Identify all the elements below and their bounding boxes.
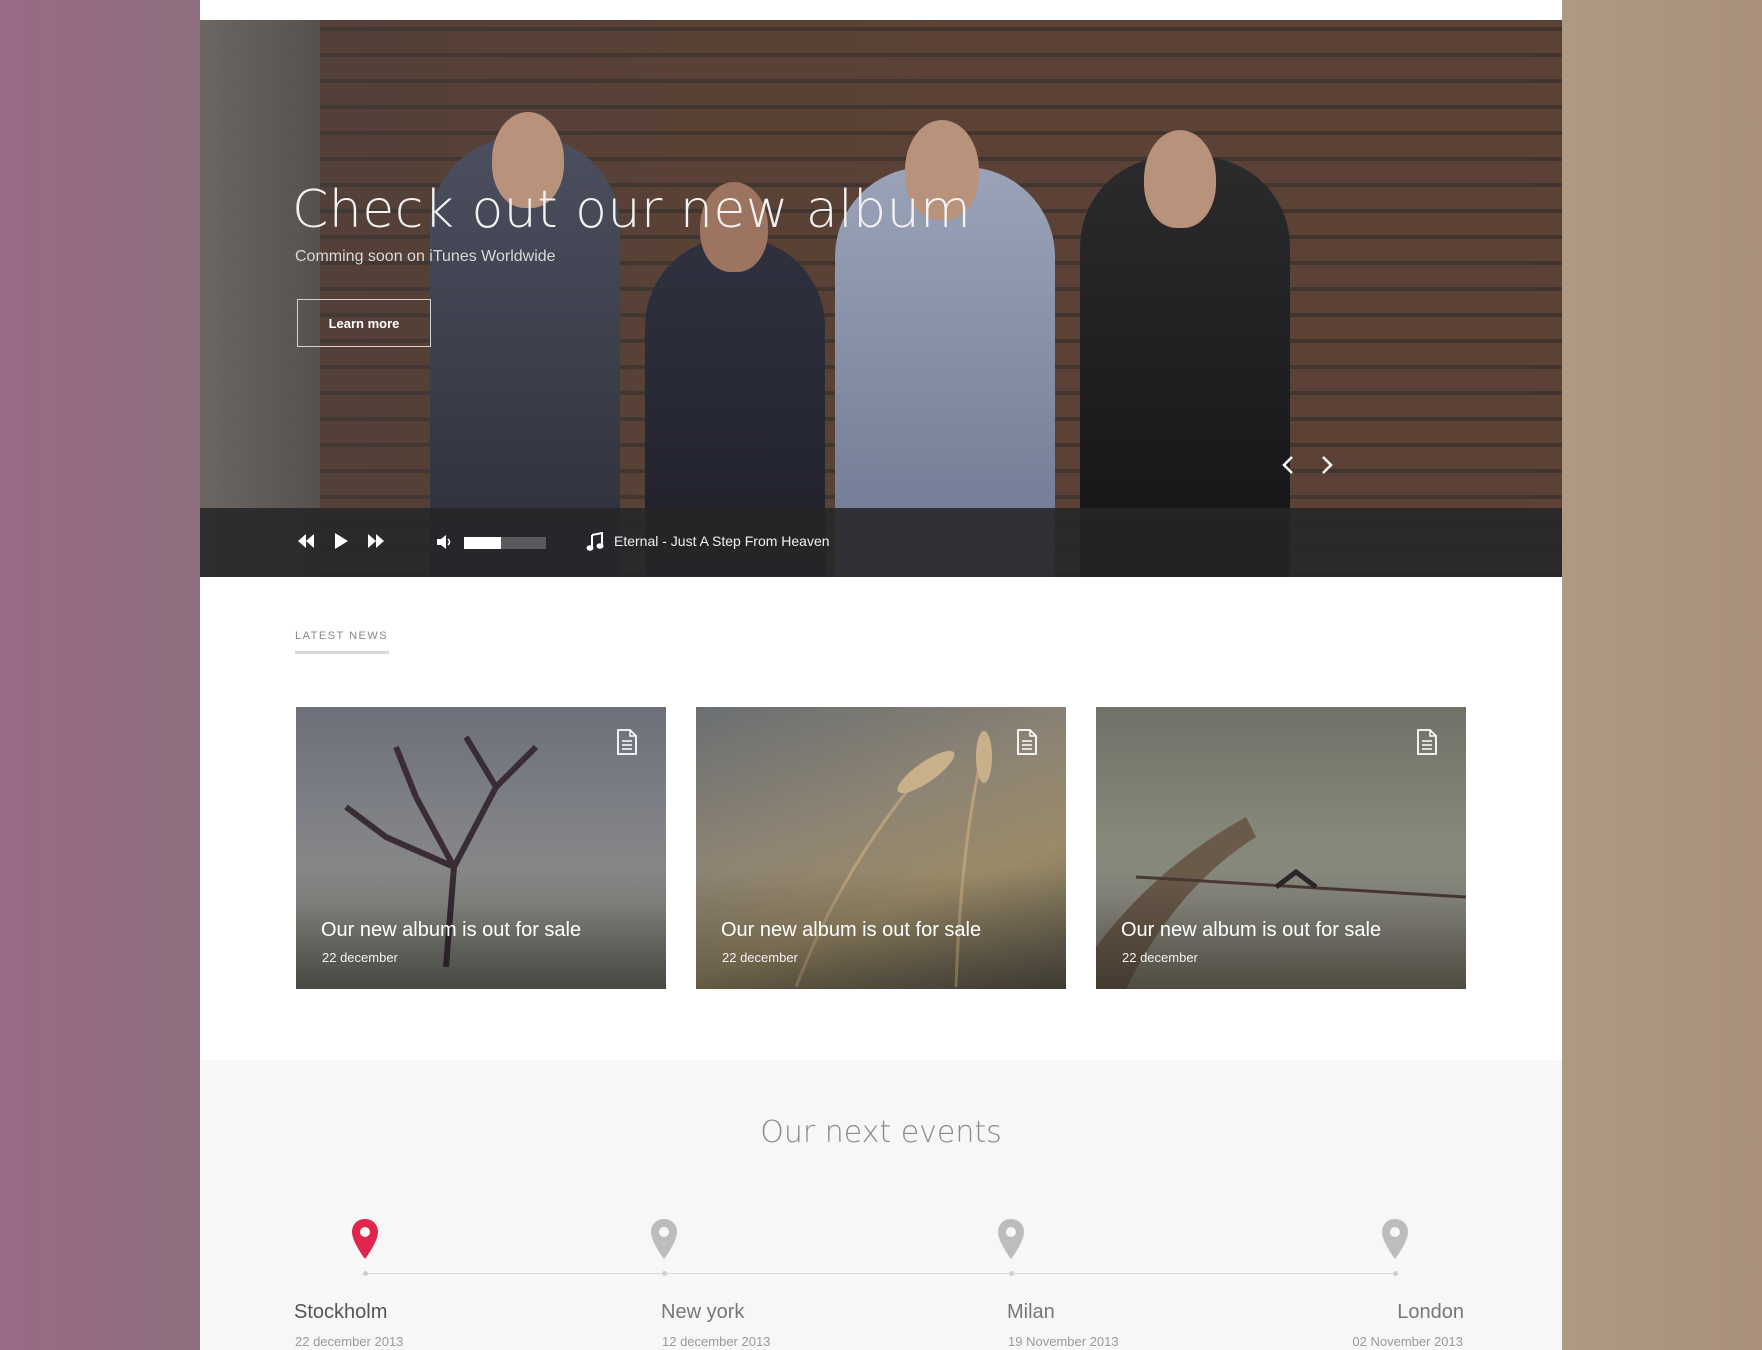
volume-slider-fill [464, 537, 501, 549]
volume-icon[interactable] [436, 534, 452, 555]
event-city[interactable]: London [1397, 1301, 1464, 1324]
chevron-left-icon[interactable] [1276, 454, 1300, 478]
map-pin-icon[interactable] [650, 1218, 678, 1265]
volume-slider[interactable] [464, 537, 546, 549]
timeline-dot [1393, 1271, 1398, 1276]
hero-subtitle: Comming soon on iTunes Worldwide [295, 248, 556, 265]
page-container: Check out our new album Comming soon on … [200, 0, 1562, 1350]
learn-more-button[interactable]: Learn more [297, 299, 431, 347]
map-pin-icon[interactable] [351, 1218, 379, 1265]
events-heading: Our next events [760, 1115, 1002, 1150]
chevron-right-icon[interactable] [1315, 454, 1339, 478]
timeline-dot [1009, 1271, 1014, 1276]
event-city[interactable]: New york [661, 1301, 744, 1324]
heading-underline [295, 651, 389, 654]
rewind-icon[interactable] [296, 532, 316, 555]
event-date: 12 december 2013 [662, 1334, 771, 1349]
hero-slider: Check out our new album Comming soon on … [200, 20, 1562, 577]
document-icon [1416, 729, 1438, 760]
news-title: Our new album is out for sale [321, 919, 582, 941]
news-card[interactable]: Our new album is out for sale 22 decembe… [1096, 707, 1466, 989]
audio-player: Eternal - Just A Step From Heaven [200, 508, 1562, 577]
timeline-dot [662, 1271, 667, 1276]
music-note-icon [586, 531, 604, 557]
timeline-dot [363, 1271, 368, 1276]
event-city[interactable]: Milan [1007, 1301, 1055, 1324]
event-date: 02 November 2013 [1352, 1334, 1463, 1349]
news-date: 22 december [1122, 950, 1198, 965]
document-icon [1016, 729, 1038, 760]
document-icon [616, 729, 638, 760]
news-title: Our new album is out for sale [1121, 919, 1382, 941]
track-title: Eternal - Just A Step From Heaven [614, 533, 830, 549]
news-card[interactable]: Our new album is out for sale 22 decembe… [296, 707, 666, 989]
news-title: Our new album is out for sale [721, 919, 982, 941]
events-section: Our next events Stockholm 22 december 20… [200, 1060, 1562, 1350]
events-timeline [365, 1273, 1397, 1274]
map-pin-icon[interactable] [997, 1218, 1025, 1265]
play-icon[interactable] [333, 532, 349, 555]
hero-title: Check out our new album [292, 180, 972, 240]
event-city[interactable]: Stockholm [294, 1301, 387, 1324]
map-pin-icon[interactable] [1381, 1218, 1409, 1265]
event-date: 19 November 2013 [1008, 1334, 1119, 1349]
news-date: 22 december [722, 950, 798, 965]
event-date: 22 december 2013 [295, 1334, 404, 1349]
news-date: 22 december [322, 950, 398, 965]
band-member-head [1144, 130, 1216, 228]
news-card[interactable]: Our new album is out for sale 22 decembe… [696, 707, 1066, 989]
fast-forward-icon[interactable] [366, 532, 386, 555]
latest-news-heading: LATEST NEWS [295, 630, 389, 642]
